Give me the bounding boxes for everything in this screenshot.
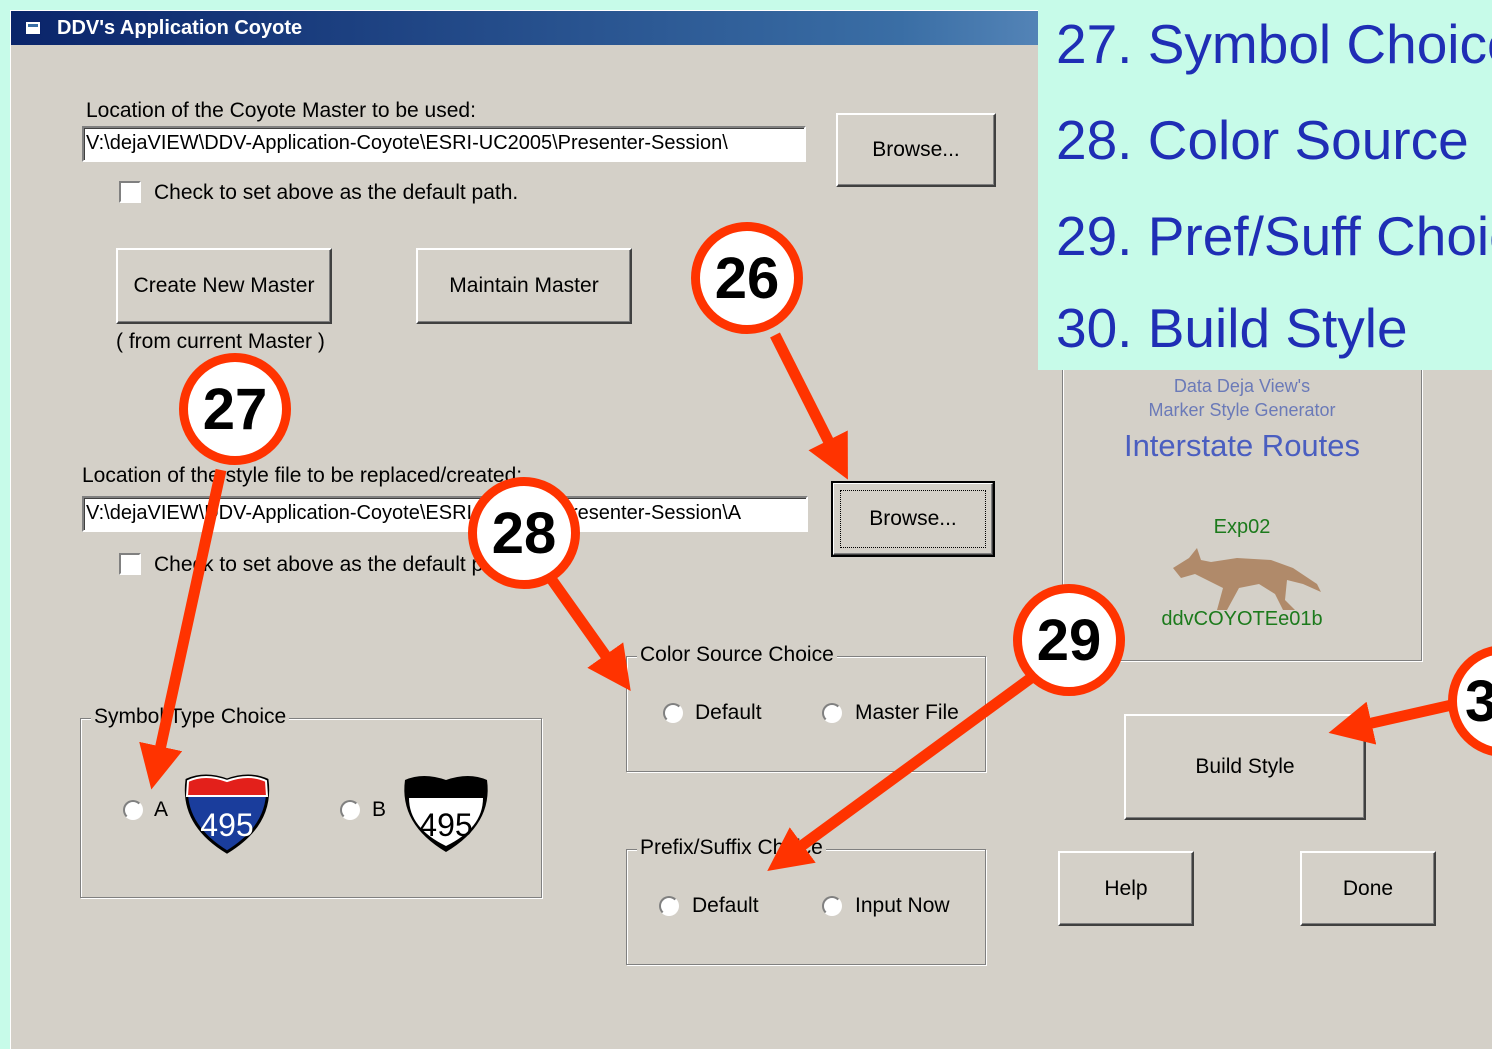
marker-27: 27: [179, 353, 291, 465]
marker-29: 29: [1013, 584, 1125, 696]
callout-arrows: [139, 332, 1467, 871]
marker-28: 28: [468, 477, 580, 589]
arrow-28: [547, 576, 631, 691]
arrow-29: [767, 670, 1039, 871]
arrow-27: [139, 468, 227, 790]
marker-26: 26: [691, 222, 803, 334]
arrow-26: [770, 332, 848, 480]
